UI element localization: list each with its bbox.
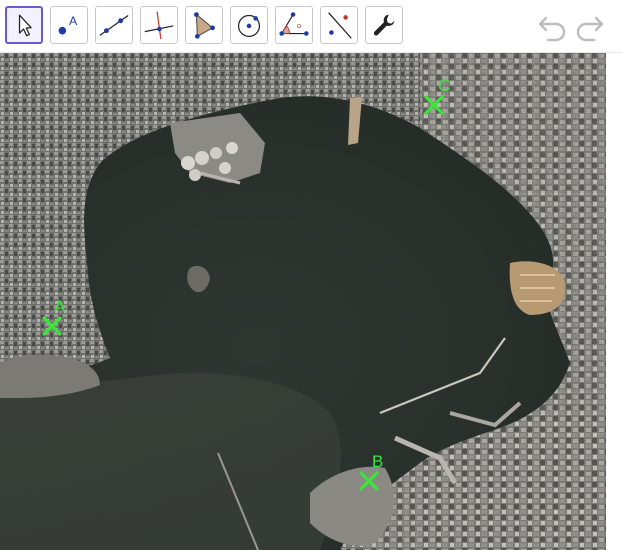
point-c-label: C	[438, 76, 450, 95]
point-tool-button[interactable]: A	[50, 6, 88, 44]
settings-tool-button[interactable]	[365, 6, 403, 44]
toolbar: A o	[0, 0, 623, 53]
point-a-label: A	[54, 297, 66, 316]
perpendicular-line-icon	[144, 11, 174, 40]
satellite-map-image: A B C	[0, 53, 606, 550]
circle-tool-button[interactable]	[230, 6, 268, 44]
reflect-tool-button[interactable]	[320, 6, 358, 44]
polygon-icon	[194, 12, 215, 39]
point-icon: A	[58, 14, 78, 35]
angle-icon: o	[279, 12, 309, 36]
reflect-about-line-icon	[328, 12, 352, 39]
perpendicular-line-tool-button[interactable]	[140, 6, 178, 44]
pointer-arrow-icon	[18, 14, 32, 37]
right-margin	[606, 53, 623, 550]
point-b-label: B	[372, 452, 383, 471]
angle-tool-button[interactable]: o	[275, 6, 313, 44]
point-tool-letter: A	[69, 14, 78, 28]
line-through-points-icon	[99, 15, 129, 36]
graphics-view[interactable]: A B C	[0, 53, 606, 550]
polygon-tool-button[interactable]	[185, 6, 223, 44]
line-tool-button[interactable]	[95, 6, 133, 44]
redo-button[interactable]	[572, 10, 606, 42]
circle-center-point-icon	[237, 14, 261, 37]
wrench-icon	[373, 14, 395, 36]
undo-button[interactable]	[536, 10, 570, 42]
move-tool-button[interactable]	[5, 6, 43, 44]
svg-text:o: o	[297, 21, 301, 30]
redo-icon	[576, 16, 604, 42]
undo-icon	[538, 16, 566, 42]
